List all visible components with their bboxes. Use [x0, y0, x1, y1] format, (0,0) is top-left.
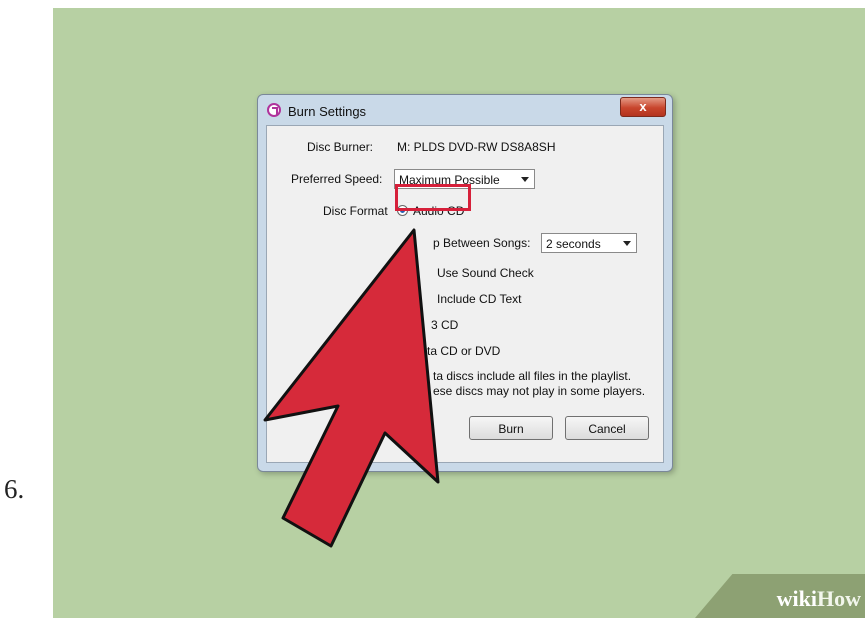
pointer-arrow	[263, 228, 440, 548]
red-arrow-shape	[263, 228, 440, 548]
illustration-canvas: Burn Settings x Disc Burner: M: PLDS DVD…	[53, 8, 865, 618]
watermark-how: How	[817, 586, 861, 611]
step-number: 6.	[4, 474, 25, 504]
watermark-wiki: wiki	[776, 586, 817, 611]
wikihow-watermark: wikiHow	[777, 586, 861, 612]
